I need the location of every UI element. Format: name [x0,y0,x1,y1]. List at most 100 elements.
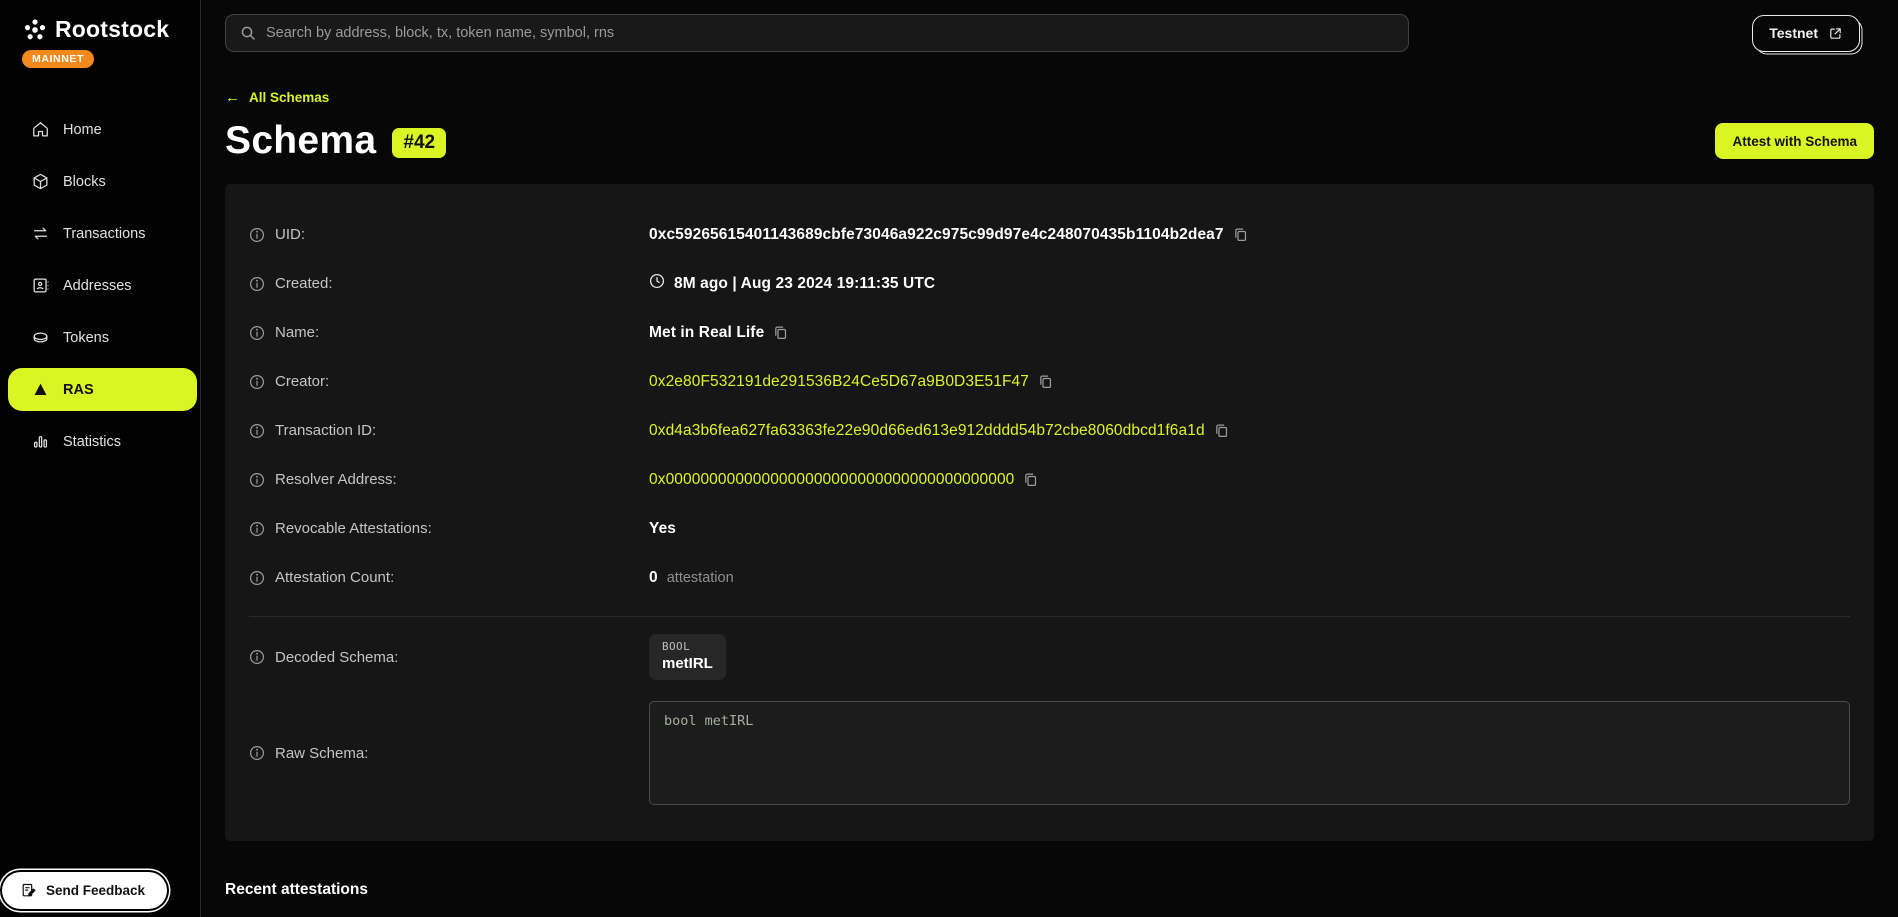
sidebar-item-blocks[interactable]: Blocks [8,160,192,203]
network-switch-button[interactable]: Testnet [1752,15,1860,52]
back-arrow-icon: ← [225,89,240,106]
search-input[interactable] [266,25,1394,41]
detail-label: Name: [275,324,319,341]
copy-icon [1233,227,1248,242]
detail-label: Revocable Attestations: [275,520,432,537]
detail-label: Created: [275,275,333,292]
sidebar-item-addresses[interactable]: Addresses [8,264,192,307]
attestation-icon [31,380,50,399]
sidebar-item-label: Addresses [63,278,132,294]
sidebar-item-label: Home [63,122,102,138]
detail-row-raw-schema: Raw Schema: bool metIRL [249,701,1850,805]
info-icon[interactable] [249,521,265,537]
page-title: Schema [225,119,376,163]
copy-button[interactable] [773,325,788,340]
card-divider [249,616,1850,617]
sidebar-item-tokens[interactable]: Tokens [8,316,192,359]
detail-label: Creator: [275,373,329,390]
copy-icon [773,325,788,340]
network-switch-label: Testnet [1769,25,1818,41]
resolver-address-link[interactable]: 0x00000000000000000000000000000000000000… [649,471,1014,489]
copy-icon [1038,374,1053,389]
detail-label: UID: [275,226,305,243]
arrows-icon [31,224,50,243]
detail-label: Attestation Count: [275,569,394,586]
sidebar-item-statistics[interactable]: Statistics [8,420,192,463]
detail-row-attestation-count: Attestation Count: 0 attestation [249,553,1850,602]
network-badge: MAINNET [22,50,94,68]
copy-button[interactable] [1023,472,1038,487]
sidebar-item-label: Statistics [63,434,121,450]
field-type: BOOL [662,640,713,653]
uid-value: 0xc59265615401143689cbfe73046a922c975c99… [649,226,1224,244]
bar-chart-icon [31,432,50,451]
title-row: Schema #42 Attest with Schema [225,119,1874,163]
recent-attestations-title: Recent attestations [225,881,1874,899]
info-icon[interactable] [249,423,265,439]
cube-icon [31,172,50,191]
sidebar-nav: Home Blocks Transactions Addresses Token… [0,108,200,463]
detail-row-transaction-id: Transaction ID: 0xd4a3b6fea627fa63363fe2… [249,406,1850,455]
schema-number-badge: #42 [392,128,446,158]
attestation-count-value: 0 [649,569,658,587]
topbar: Testnet [225,0,1874,52]
detail-label: Resolver Address: [275,471,397,488]
sidebar-item-label: RAS [63,382,94,398]
logo-text[interactable]: Rootstock [55,16,169,43]
sidebar-item-label: Tokens [63,330,109,346]
detail-label: Raw Schema: [275,745,368,762]
send-feedback-label: Send Feedback [46,883,145,898]
info-icon[interactable] [249,745,265,761]
detail-row-created: Created: 8M ago | Aug 23 2024 19:11:35 U… [249,259,1850,308]
info-icon[interactable] [249,374,265,390]
attest-with-schema-button[interactable]: Attest with Schema [1715,123,1874,159]
copy-icon [1023,472,1038,487]
feedback-pencil-icon [20,882,37,899]
breadcrumb-all-schemas[interactable]: ← All Schemas [225,89,329,106]
decoded-field-chip: BOOL metIRL [649,634,726,680]
send-feedback-button[interactable]: Send Feedback [2,872,167,909]
field-name: metIRL [662,655,713,672]
sidebar-item-label: Blocks [63,174,106,190]
sidebar-item-transactions[interactable]: Transactions [8,212,192,255]
sidebar: Rootstock MAINNET Home Blocks Transactio… [0,0,201,917]
info-icon[interactable] [249,227,265,243]
detail-row-name: Name: Met in Real Life [249,308,1850,357]
transaction-id-link[interactable]: 0xd4a3b6fea627fa63363fe22e90d66ed613e912… [649,422,1205,440]
logo-block: Rootstock MAINNET [0,0,200,68]
search-icon [240,25,256,41]
detail-row-decoded-schema: Decoded Schema: BOOL metIRL [249,627,1850,687]
contact-card-icon [31,276,50,295]
info-icon[interactable] [249,570,265,586]
creator-address-link[interactable]: 0x2e80F532191de291536B24Ce5D67a9B0D3E51F… [649,373,1029,391]
search-bar[interactable] [225,14,1409,52]
info-icon[interactable] [249,649,265,665]
info-icon[interactable] [249,276,265,292]
attestation-count-suffix: attestation [667,570,734,586]
external-link-icon [1828,26,1843,41]
copy-icon [1214,423,1229,438]
copy-button[interactable] [1233,227,1248,242]
copy-button[interactable] [1038,374,1053,389]
info-icon[interactable] [249,325,265,341]
clock-icon [649,273,665,294]
sidebar-item-home[interactable]: Home [8,108,192,151]
name-value: Met in Real Life [649,324,764,342]
home-icon [31,120,50,139]
detail-row-uid: UID: 0xc59265615401143689cbfe73046a922c9… [249,210,1850,259]
detail-row-creator: Creator: 0x2e80F532191de291536B24Ce5D67a… [249,357,1850,406]
info-icon[interactable] [249,472,265,488]
schema-details-card: UID: 0xc59265615401143689cbfe73046a922c9… [225,184,1874,841]
copy-button[interactable] [1214,423,1229,438]
detail-label: Decoded Schema: [275,649,398,666]
raw-schema-textarea[interactable]: bool metIRL [649,701,1850,805]
sidebar-item-ras[interactable]: RAS [8,368,197,411]
sidebar-item-label: Transactions [63,226,145,242]
created-value: 8M ago | Aug 23 2024 19:11:35 UTC [674,275,935,293]
revocable-value: Yes [649,520,676,538]
detail-row-revocable: Revocable Attestations: Yes [249,504,1850,553]
detail-label: Transaction ID: [275,422,376,439]
detail-row-resolver-address: Resolver Address: 0x00000000000000000000… [249,455,1850,504]
rootstock-logo-icon [22,17,48,43]
coin-icon [31,328,50,347]
